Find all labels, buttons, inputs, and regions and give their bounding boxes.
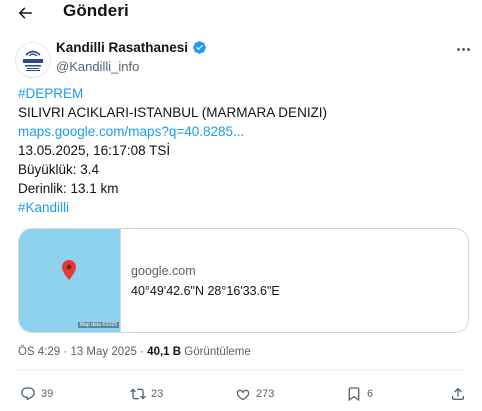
page-title: Gönderi (63, 1, 129, 20)
bookmark-icon (348, 387, 360, 402)
verified-badge-icon (193, 41, 206, 54)
author-handle[interactable]: @Kandilli_info (56, 59, 139, 74)
author-name-row: Kandilli Rasathanesi (56, 40, 207, 55)
share-button[interactable] (450, 382, 466, 406)
like-count: 273 (256, 388, 275, 400)
magnitude-text: Büyüklük: 3.4 (18, 162, 100, 177)
dot (466, 47, 470, 51)
back-button[interactable] (14, 2, 36, 24)
dot (461, 47, 465, 51)
depth-text: Derinlik: 13.1 km (18, 181, 119, 196)
post-time[interactable]: ÖS 4:29 (18, 346, 60, 358)
top-bar: Gönderi (0, 0, 482, 27)
card-domain: google.com (131, 264, 196, 278)
share-icon (452, 387, 464, 400)
map-thumbnail: Map data ©2025 (19, 229, 121, 332)
dot (456, 47, 460, 51)
divider (15, 370, 467, 371)
avatar[interactable] (15, 42, 51, 78)
location-text: SILIVRI ACIKLARI-ISTANBUL (MARMARA DENIZ… (18, 105, 328, 120)
link-preview-card[interactable]: Map data ©2025 google.com 40°49'42.6"N 2… (18, 228, 469, 333)
like-button[interactable]: 273 (235, 382, 274, 406)
card-coordinates: 40°49'42.6"N 28°16'33.6"E (131, 284, 280, 298)
arrow-left-icon (18, 7, 32, 19)
more-options-button[interactable] (453, 42, 473, 56)
bookmark-count: 6 (367, 388, 374, 400)
reply-icon (21, 387, 35, 401)
views-count: 40,1 B (147, 346, 182, 358)
hashtag-kandilli[interactable]: #Kandilli (18, 198, 468, 217)
map-pin-icon (62, 260, 76, 280)
reply-button[interactable]: 39 (20, 382, 53, 406)
repost-icon (130, 388, 146, 400)
post-date[interactable]: 13 May 2025 (70, 346, 137, 358)
maps-link[interactable]: maps.google.com/maps?q=40.8285... (18, 122, 468, 141)
views-label: Görüntüleme (184, 346, 251, 358)
datetime-text: 13.05.2025, 16:17:08 TSİ (18, 143, 171, 158)
bookmark-button[interactable]: 6 (346, 382, 373, 406)
actions-bar: 39 23 273 6 (0, 382, 482, 406)
repost-button[interactable]: 23 (130, 382, 163, 406)
map-credit: Map data ©2025 (78, 322, 120, 328)
post-meta: ÖS 4:29 · 13 May 2025 · 40,1 B Görüntüle… (18, 346, 251, 358)
heart-icon (236, 389, 250, 401)
post-body: #DEPREM SILIVRI ACIKLARI-ISTANBUL (MARMA… (18, 84, 468, 217)
post-header: Kandilli Rasathanesi @Kandilli_info (0, 36, 482, 80)
repost-count: 23 (151, 388, 164, 400)
hashtag-deprem[interactable]: #DEPREM (18, 84, 468, 103)
reply-count: 39 (41, 388, 54, 400)
author-name[interactable]: Kandilli Rasathanesi (56, 40, 188, 55)
kandilli-logo-icon (23, 50, 43, 71)
